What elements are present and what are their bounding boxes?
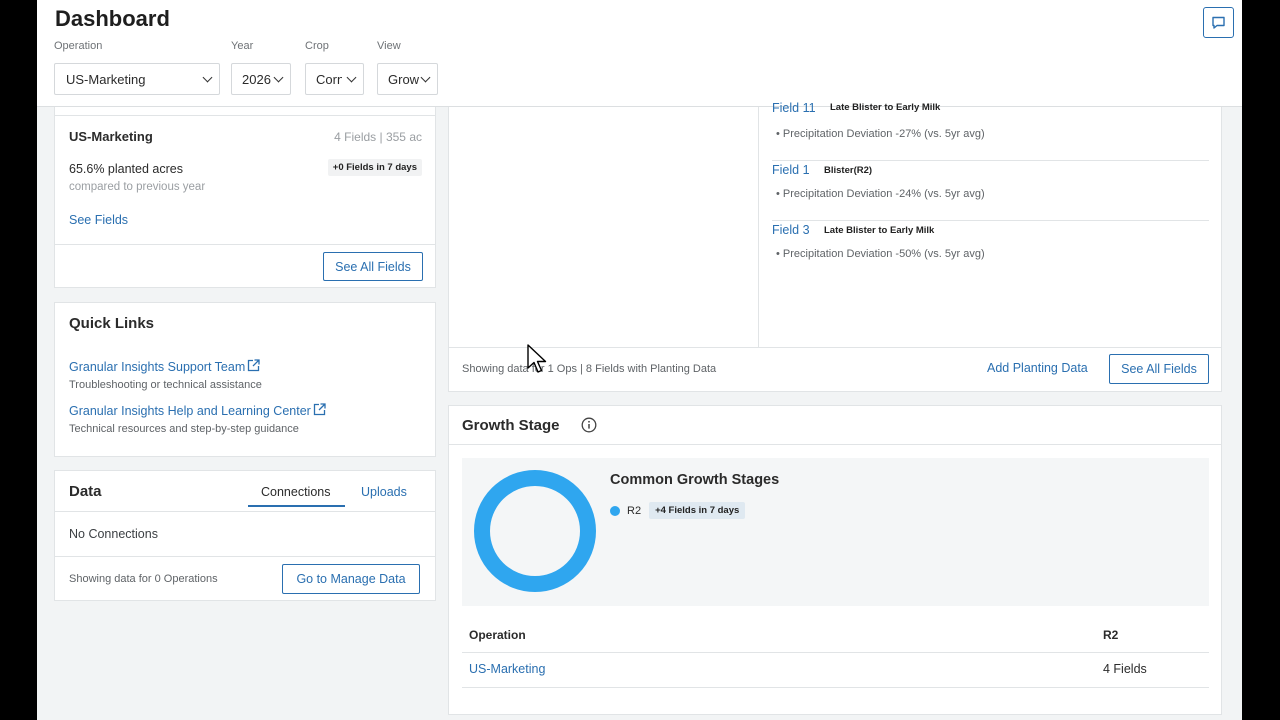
- see-all-fields-button[interactable]: See All Fields: [323, 252, 423, 281]
- support-team-description: Troubleshooting or technical assistance: [69, 379, 262, 391]
- field-stage: Blister(R2): [824, 165, 873, 176]
- filter-crop-label: Crop: [305, 40, 329, 52]
- divider: [55, 115, 436, 116]
- data-title: Data: [69, 483, 102, 500]
- crop-select[interactable]: Corn: [305, 63, 364, 95]
- field-stage: Late Blister to Early Milk: [824, 225, 935, 236]
- quick-link-help: Granular Insights Help and Learning Cent…: [69, 402, 326, 435]
- view-select[interactable]: Growth: [377, 63, 438, 95]
- chevron-down-icon: [420, 72, 431, 82]
- chevron-down-icon: [273, 72, 284, 82]
- see-fields-link[interactable]: See Fields: [69, 213, 128, 227]
- field-row: Field 1 Blister(R2) • Precipitation Devi…: [772, 161, 1209, 221]
- dashboard-app: Dashboard Operation US-Marketing Year 20…: [37, 0, 1242, 720]
- crop-select-value: Corn: [316, 71, 342, 87]
- field-detail: • Precipitation Deviation -50% (vs. 5yr …: [776, 248, 985, 260]
- filter-year: Year 2026: [231, 40, 291, 95]
- operation-select-value: US-Marketing: [66, 71, 146, 87]
- field-link[interactable]: Field 11: [772, 101, 816, 115]
- fields-change-badge: +4 Fields in 7 days: [649, 502, 746, 519]
- empty-connections-message: No Connections: [69, 527, 158, 541]
- left-gutter: [0, 0, 37, 720]
- planting-card: Field 11 Late Blister to Early Milk • Pr…: [448, 101, 1222, 392]
- add-planting-data-link[interactable]: Add Planting Data: [987, 361, 1088, 375]
- operation-name: US-Marketing: [69, 129, 153, 144]
- help-center-link[interactable]: Granular Insights Help and Learning Cent…: [69, 404, 311, 418]
- operation-select[interactable]: US-Marketing: [54, 63, 220, 95]
- tab-connections[interactable]: Connections: [261, 485, 331, 499]
- divider: [55, 244, 436, 245]
- donut-slice-r2: [474, 470, 596, 592]
- external-link-icon[interactable]: [247, 359, 260, 372]
- divider: [449, 347, 1222, 348]
- filter-operation-label: Operation: [54, 40, 103, 52]
- quick-link-support: Granular Insights Support Team Troublesh…: [69, 358, 262, 391]
- filter-year-label: Year: [231, 40, 254, 52]
- filter-view: View Growth: [377, 40, 438, 95]
- table-header-r2: R2: [1103, 628, 1119, 642]
- filter-operation: Operation US-Marketing: [54, 40, 220, 95]
- divider: [758, 107, 759, 347]
- year-select[interactable]: 2026: [231, 63, 291, 95]
- common-growth-stages-panel: Common Growth Stages R2 +4 Fields in 7 d…: [462, 458, 1209, 606]
- table-row-r2-value: 4 Fields: [1103, 662, 1147, 676]
- field-link[interactable]: Field 1: [772, 163, 810, 177]
- fields-change-badge: +0 Fields in 7 days: [327, 159, 422, 176]
- see-all-fields-button[interactable]: See All Fields: [1109, 354, 1209, 384]
- support-team-link[interactable]: Granular Insights Support Team: [69, 360, 245, 374]
- field-row: Field 11 Late Blister to Early Milk • Pr…: [772, 101, 1209, 161]
- chevron-down-icon: [346, 72, 357, 82]
- planted-comparison: compared to previous year: [69, 181, 206, 193]
- quick-links-title: Quick Links: [69, 315, 155, 332]
- operation-meta: 4 Fields | 355 ac: [334, 130, 422, 144]
- page-title: Dashboard: [55, 6, 170, 31]
- field-detail: • Precipitation Deviation -24% (vs. 5yr …: [776, 188, 985, 200]
- field-link[interactable]: Field 3: [772, 223, 810, 237]
- field-detail: • Precipitation Deviation -27% (vs. 5yr …: [776, 128, 985, 140]
- quick-links-card: Quick Links Granular Insights Support Te…: [54, 302, 436, 457]
- divider: [55, 556, 436, 557]
- help-center-description: Technical resources and step-by-step gui…: [69, 423, 299, 435]
- growth-stage-card: Growth Stage Common Growth Stages R2 +4 …: [448, 405, 1222, 715]
- tab-uploads[interactable]: Uploads: [361, 485, 407, 499]
- manage-data-button[interactable]: Go to Manage Data: [282, 564, 420, 594]
- divider: [55, 511, 436, 512]
- chart-legend: R2 +4 Fields in 7 days: [610, 502, 746, 519]
- table-header-operation: Operation: [469, 628, 526, 642]
- divider: [462, 652, 1209, 653]
- year-select-value: 2026: [242, 71, 271, 87]
- legend-label: R2: [627, 504, 642, 517]
- feedback-button[interactable]: [1203, 7, 1234, 38]
- common-growth-stages-title: Common Growth Stages: [610, 472, 780, 488]
- legend-swatch: [610, 505, 620, 516]
- divider: [462, 687, 1209, 688]
- filter-crop: Crop Corn: [305, 40, 364, 95]
- growth-stage-title: Growth Stage: [462, 417, 560, 434]
- data-footer-text: Showing data for 0 Operations: [69, 573, 218, 585]
- view-select-value: Growth: [388, 71, 419, 87]
- chevron-down-icon: [202, 72, 213, 82]
- mouse-cursor-icon: [527, 344, 547, 373]
- data-card: Data Connections Uploads No Connections …: [54, 470, 436, 601]
- growth-stage-donut-chart: [474, 470, 596, 592]
- field-stage: Late Blister to Early Milk: [830, 102, 941, 113]
- external-link-icon[interactable]: [313, 403, 326, 416]
- operations-card: US-Marketing 4 Fields | 355 ac 65.6% pla…: [54, 107, 436, 288]
- divider: [449, 444, 1222, 445]
- right-gutter: [1242, 0, 1280, 720]
- chat-icon: [1212, 16, 1225, 29]
- planted-acres: 65.6% planted acres: [69, 162, 183, 176]
- filter-view-label: View: [377, 40, 401, 52]
- table-row-operation-link[interactable]: US-Marketing: [469, 662, 545, 676]
- page-header: Dashboard Operation US-Marketing Year 20…: [37, 0, 1242, 107]
- info-icon[interactable]: [581, 417, 597, 433]
- active-tab-indicator: [248, 505, 345, 507]
- planting-footer-text: Showing data for 1 Ops | 8 Fields with P…: [462, 363, 717, 375]
- field-row: Field 3 Late Blister to Early Milk • Pre…: [772, 221, 1209, 281]
